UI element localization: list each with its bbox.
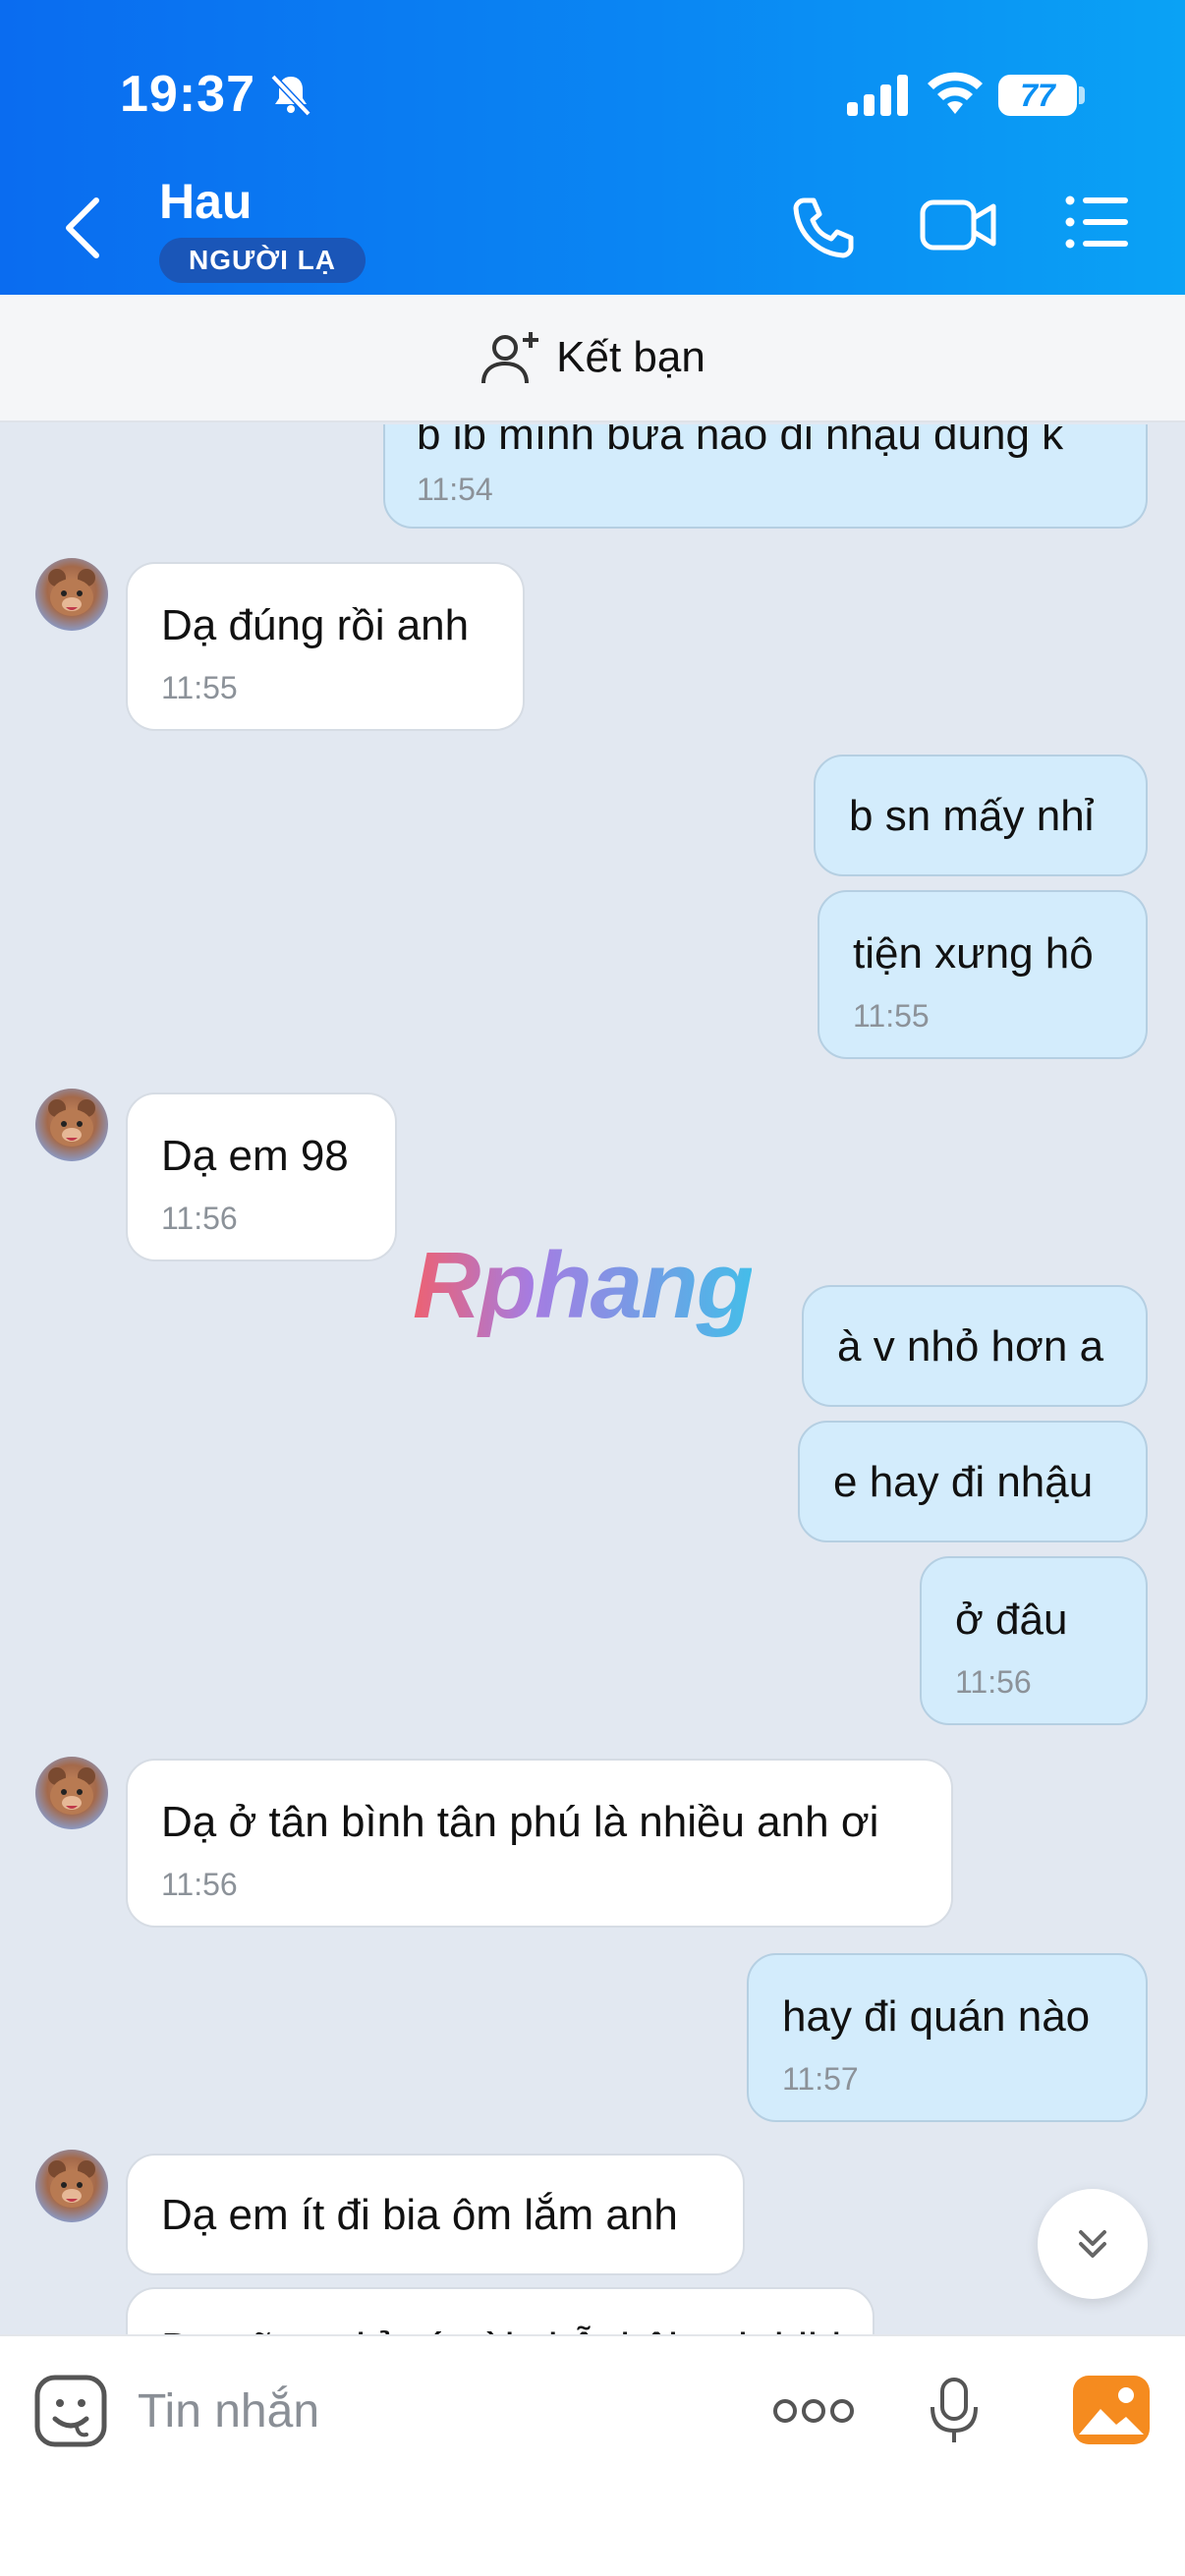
message-text: ở đâu [955, 1596, 1068, 1644]
message-bubble-incoming[interactable]: Dạ đúng rồi anh 11:55 [126, 562, 525, 731]
scroll-to-bottom-button[interactable] [1038, 2189, 1148, 2299]
message-list[interactable]: b ib mình bữa nào đi nhậu đúng k 11:54 D… [0, 424, 1185, 2334]
message-text: Dạ cũng chỉ có vài chỗ thôi anh hihi [161, 2324, 841, 2334]
watermark-logo: Rphang [413, 1233, 754, 1338]
bear-avatar-icon [48, 1099, 95, 1147]
message-bubble-incoming[interactable]: Dạ em 98 11:56 [126, 1092, 397, 1261]
message-bubble-outgoing[interactable]: b sn mấy nhỉ [814, 755, 1148, 876]
double-chevron-down-icon [1079, 2230, 1106, 2258]
signal-icon [847, 75, 908, 116]
add-friend-label: Kết bạn [556, 333, 705, 381]
add-friend-button[interactable]: Kết bạn [0, 295, 1185, 422]
message-text: b ib mình bữa nào đi nhậu đúng k [417, 424, 1064, 459]
message-bubble-incoming[interactable]: Dạ ở tân bình tân phú là nhiều anh ơi 11… [126, 1759, 953, 1928]
message-time: 11:55 [853, 998, 930, 1034]
video-call-icon[interactable] [920, 195, 998, 255]
phone-icon[interactable] [790, 195, 855, 259]
bear-avatar-icon [48, 2160, 95, 2208]
message-time: 11:56 [161, 1867, 238, 1902]
menu-list-icon[interactable] [1065, 195, 1130, 250]
sticker-icon[interactable] [33, 2374, 108, 2448]
back-icon[interactable] [59, 195, 108, 261]
contact-avatar[interactable] [35, 2150, 108, 2222]
message-time: 11:57 [782, 2061, 859, 2097]
message-text: e hay đi nhậu [833, 1458, 1094, 1506]
message-input[interactable] [138, 2376, 727, 2446]
message-bubble-outgoing[interactable]: à v nhỏ hơn a [802, 1285, 1148, 1407]
message-time: 11:56 [955, 1664, 1032, 1700]
add-user-icon [481, 332, 539, 384]
contact-name[interactable]: Hau [159, 173, 252, 230]
image-gallery-icon[interactable] [1073, 2376, 1150, 2444]
message-composer [0, 2334, 1185, 2576]
message-bubble-outgoing[interactable]: ở đâu 11:56 [920, 1556, 1148, 1725]
message-bubble-outgoing[interactable]: b ib mình bữa nào đi nhậu đúng k 11:54 [383, 424, 1148, 529]
message-text: Dạ em 98 [161, 1132, 349, 1180]
message-bubble-incoming[interactable]: Dạ em ít đi bia ôm lắm anh [126, 2154, 745, 2275]
chat-header: 19:37 77 Hau NGƯỜI LẠ [0, 0, 1185, 295]
message-time: 11:54 [417, 472, 493, 507]
message-text: Dạ em ít đi bia ôm lắm anh [161, 2191, 678, 2239]
message-time: 11:56 [161, 1201, 238, 1236]
stranger-badge: NGƯỜI LẠ [159, 238, 366, 283]
message-text: Dạ đúng rồi anh [161, 601, 470, 649]
wifi-icon [928, 72, 983, 114]
microphone-icon[interactable] [928, 2376, 981, 2446]
message-bubble-outgoing[interactable]: tiện xưng hô 11:55 [818, 890, 1148, 1059]
message-bubble-incoming[interactable]: Dạ cũng chỉ có vài chỗ thôi anh hihi [126, 2287, 875, 2334]
message-bubble-outgoing[interactable]: e hay đi nhậu [798, 1421, 1148, 1542]
bear-avatar-icon [48, 1767, 95, 1815]
contact-avatar[interactable] [35, 558, 108, 631]
bear-avatar-icon [48, 569, 95, 616]
message-text: tiện xưng hô [853, 929, 1094, 978]
contact-avatar[interactable] [35, 1089, 108, 1161]
battery-cap [1079, 86, 1085, 104]
message-time: 11:55 [161, 670, 238, 705]
more-options-icon[interactable] [772, 2393, 855, 2429]
bell-muted-icon [270, 74, 311, 117]
contact-avatar[interactable] [35, 1757, 108, 1829]
message-text: hay đi quán nào [782, 1992, 1091, 2041]
status-time: 19:37 [120, 66, 255, 123]
message-text: b sn mấy nhỉ [849, 792, 1095, 840]
message-text: à v nhỏ hơn a [837, 1322, 1104, 1371]
battery-indicator: 77 [998, 75, 1077, 116]
message-text: Dạ ở tân bình tân phú là nhiều anh ơi [161, 1798, 879, 1846]
message-bubble-outgoing[interactable]: hay đi quán nào 11:57 [747, 1953, 1148, 2122]
